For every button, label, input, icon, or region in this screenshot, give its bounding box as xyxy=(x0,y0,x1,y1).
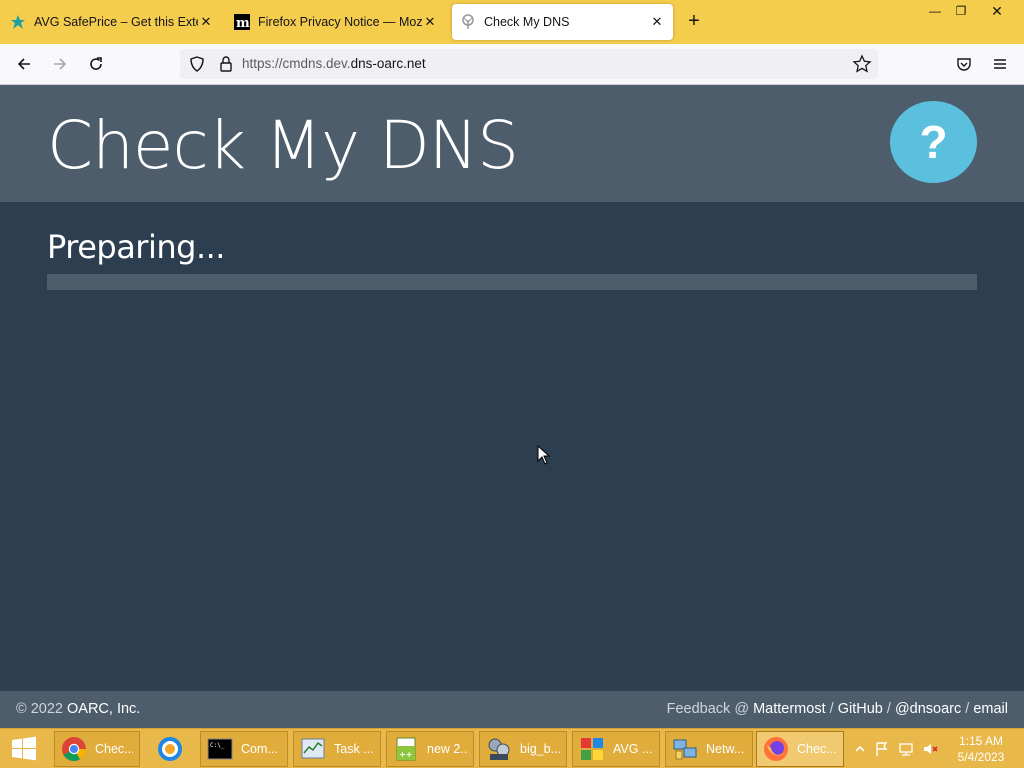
close-window-icon[interactable]: ✕ xyxy=(980,0,1014,22)
avg-icon xyxy=(579,736,605,762)
action-center-flag-icon[interactable] xyxy=(874,741,890,757)
taskbar-command-prompt[interactable]: C:\_ Com... xyxy=(200,731,288,767)
network-icon xyxy=(672,736,698,762)
svg-text:C:\_: C:\_ xyxy=(210,742,225,749)
reload-icon xyxy=(90,57,102,70)
restore-icon[interactable]: ❐ xyxy=(944,0,978,22)
page-content: Check My DNS ? Preparing... xyxy=(0,85,1024,691)
hamburger-icon xyxy=(994,59,1006,69)
taskbar-avg-browser[interactable] xyxy=(150,731,190,767)
windows-logo-icon xyxy=(12,736,36,761)
volume-muted-icon[interactable] xyxy=(922,741,938,757)
network-tray-icon[interactable] xyxy=(898,741,914,757)
taskbar-task-manager[interactable]: Task ... xyxy=(293,731,381,767)
back-button[interactable] xyxy=(10,50,38,78)
oarc-link[interactable]: OARC, Inc. xyxy=(67,701,140,717)
taskbar-video[interactable]: big_b... xyxy=(479,731,567,767)
avg-icon xyxy=(10,14,26,30)
tab-title: AVG SafePrice – Get this Extension xyxy=(34,15,198,29)
status-heading: Preparing... xyxy=(47,228,225,266)
notepadpp-icon: ++ xyxy=(393,736,419,762)
mouse-cursor-icon xyxy=(537,445,551,465)
avg-browser-icon xyxy=(157,736,183,762)
svg-text:++: ++ xyxy=(399,750,412,759)
pocket-icon xyxy=(957,58,971,71)
start-button[interactable] xyxy=(0,729,48,768)
taskbar-network[interactable]: Netw... xyxy=(665,731,753,767)
email-link[interactable]: email xyxy=(973,701,1008,717)
github-link[interactable]: GitHub xyxy=(838,701,883,717)
tab-title: Check My DNS xyxy=(484,15,570,29)
cmd-icon: C:\_ xyxy=(207,736,233,762)
tab-title: Firefox Privacy Notice — Mozilla xyxy=(258,15,422,29)
close-tab-icon[interactable]: ✕ xyxy=(422,14,438,30)
tab-avg-safeprice[interactable]: AVG SafePrice – Get this Extension ✕ xyxy=(2,4,222,40)
taskbar-avg[interactable]: AVG ... xyxy=(572,731,660,767)
chevron-up-icon[interactable] xyxy=(852,741,868,757)
tab-firefox-privacy[interactable]: m Firefox Privacy Notice — Mozilla ✕ xyxy=(226,4,446,40)
navigation-toolbar: https://cmdns.dev.dns-oarc.net xyxy=(0,44,1024,85)
forward-arrow-icon xyxy=(54,58,67,70)
forward-button[interactable] xyxy=(46,50,74,78)
clock[interactable]: 1:15 AM 5/4/2023 xyxy=(946,733,1016,765)
tree-icon xyxy=(460,14,476,30)
clock-time: 1:15 AM xyxy=(958,734,1004,748)
twitter-link[interactable]: @dnsoarc xyxy=(895,701,961,717)
taskbar-firefox[interactable]: Chec... xyxy=(756,731,844,767)
page-footer: © 2022 OARC, Inc. Feedback @ Mattermost … xyxy=(0,691,1024,728)
copyright: © 2022 OARC, Inc. xyxy=(16,701,141,717)
pocket-button[interactable] xyxy=(950,50,978,78)
lock-icon[interactable] xyxy=(218,55,234,73)
footer-links: Feedback @ Mattermost / GitHub / @dnsoar… xyxy=(666,701,1008,717)
bookmark-star-icon[interactable] xyxy=(852,54,872,74)
tracking-shield-icon[interactable] xyxy=(188,55,206,73)
svg-text:m: m xyxy=(236,16,250,30)
reload-button[interactable] xyxy=(82,50,110,78)
chrome-icon xyxy=(61,736,87,762)
app-menu-button[interactable] xyxy=(986,50,1014,78)
close-tab-icon[interactable]: ✕ xyxy=(649,14,665,30)
close-tab-icon[interactable]: ✕ xyxy=(198,14,214,30)
tab-check-my-dns[interactable]: Check My DNS ✕ xyxy=(452,4,673,40)
tab-strip: AVG SafePrice – Get this Extension ✕ m F… xyxy=(0,0,1024,44)
task-manager-icon xyxy=(300,736,326,762)
help-button[interactable]: ? xyxy=(890,101,977,183)
mozilla-m-icon: m xyxy=(234,14,250,30)
page-header: Check My DNS ? xyxy=(0,85,1024,202)
page-title: Check My DNS xyxy=(47,107,519,184)
firefox-icon xyxy=(763,736,789,762)
taskbar-notepadpp[interactable]: ++ new 2... xyxy=(386,731,474,767)
clock-date: 5/4/2023 xyxy=(957,750,1005,764)
new-tab-button[interactable]: + xyxy=(682,10,706,34)
url-text[interactable]: https://cmdns.dev.dns-oarc.net xyxy=(242,56,426,71)
url-bar[interactable]: https://cmdns.dev.dns-oarc.net xyxy=(180,49,878,79)
taskbar-chrome[interactable]: Chec... xyxy=(54,731,140,767)
windows-taskbar: Chec... C:\_ Com... Task ... ++ new 2...… xyxy=(0,728,1024,768)
progress-bar xyxy=(47,274,977,290)
mattermost-link[interactable]: Mattermost xyxy=(753,701,826,717)
back-arrow-icon xyxy=(17,58,30,70)
film-icon xyxy=(486,736,512,762)
